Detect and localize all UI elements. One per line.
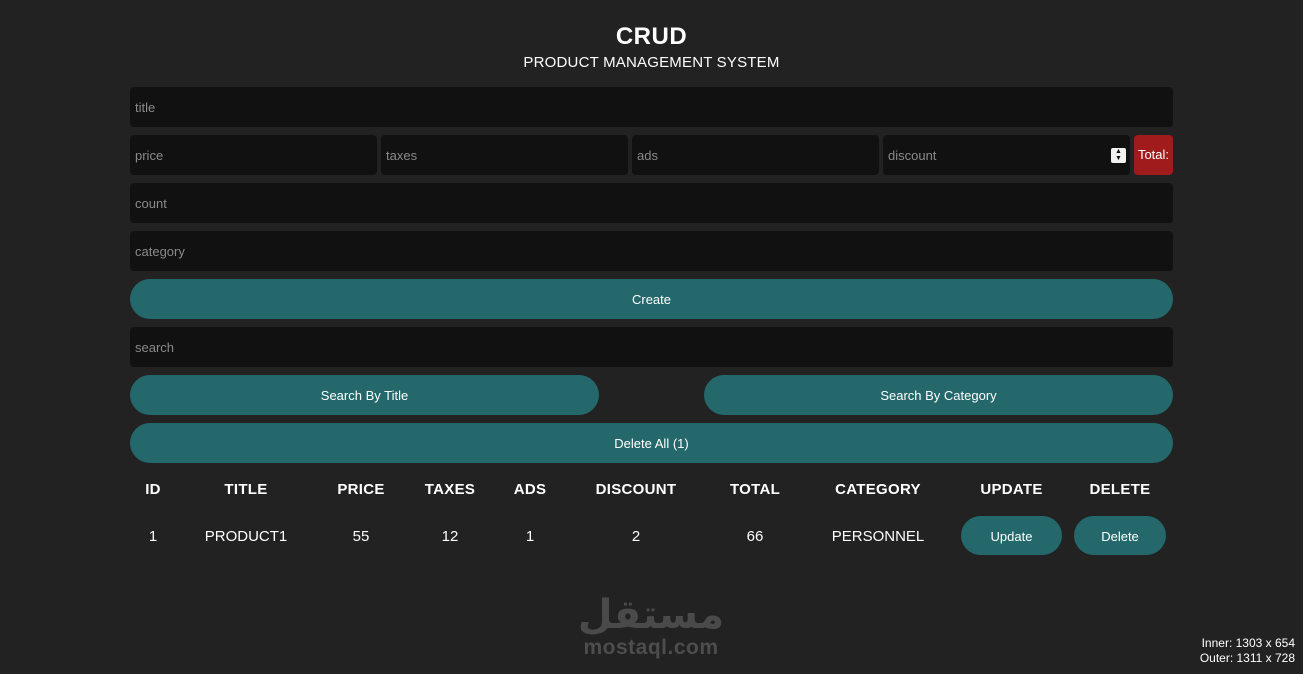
page-title: CRUD [615, 23, 688, 50]
column-header-ads: ADS [513, 481, 547, 498]
search-input[interactable] [130, 327, 1173, 367]
title-input[interactable] [130, 87, 1173, 127]
column-header-discount: DISCOUNT [595, 481, 677, 498]
column-header-update: UPDATE [980, 481, 1043, 498]
delete-all-button[interactable]: Delete All (1) [130, 423, 1173, 463]
column-header-price: PRICE [337, 481, 385, 498]
column-header-id: ID [145, 481, 161, 498]
cell-price: 55 [352, 528, 370, 545]
cell-taxes: 12 [441, 528, 459, 545]
total-badge: Total: [1134, 135, 1173, 175]
outer-size-text: Outer: 1311 x 728 [1199, 651, 1295, 665]
discount-input[interactable] [883, 135, 1130, 175]
taxes-input[interactable] [381, 135, 628, 175]
create-button[interactable]: Create [130, 279, 1173, 319]
mostaql-logo-icon: مستقل [578, 592, 724, 636]
price-input[interactable] [130, 135, 377, 175]
column-header-category: CATEGORY [835, 481, 921, 498]
cell-title: PRODUCT1 [204, 528, 288, 545]
cell-total: 66 [746, 528, 764, 545]
page-subtitle: PRODUCT MANAGEMENT SYSTEM [523, 54, 780, 71]
number-spinner-icon[interactable]: ▲ ▼ [1111, 148, 1126, 163]
delete-button[interactable]: Delete [1074, 516, 1166, 555]
mostaql-logo-text: مستقل [578, 592, 724, 636]
search-by-title-button[interactable]: Search By Title [130, 375, 599, 415]
cell-id: 1 [148, 528, 158, 545]
search-by-category-button[interactable]: Search By Category [704, 375, 1173, 415]
page-header: CRUD PRODUCT MANAGEMENT SYSTEM [0, 22, 1303, 72]
cell-ads: 1 [525, 528, 535, 545]
update-button[interactable]: Update [961, 516, 1062, 555]
ads-input[interactable] [632, 135, 879, 175]
category-input[interactable] [130, 231, 1173, 271]
mostaql-watermark: مستقل mostaql.com [565, 586, 737, 662]
column-header-total: TOTAL [729, 481, 781, 498]
cell-discount: 2 [631, 528, 641, 545]
column-header-delete: DELETE [1089, 481, 1151, 498]
column-header-title: TITLE [224, 481, 268, 498]
count-input[interactable] [130, 183, 1173, 223]
cell-category: PERSONNEL [831, 528, 925, 545]
viewport-size-readout: Inner: 1303 x 654 Outer: 1311 x 728 [1200, 636, 1295, 666]
mostaql-url: mostaql.com [583, 636, 719, 659]
column-header-taxes: TAXES [424, 481, 476, 498]
inner-size-text: Inner: 1303 x 654 [1201, 636, 1295, 650]
crud-page: CRUD PRODUCT MANAGEMENT SYSTEM ▲▼ Total:… [0, 0, 1303, 674]
